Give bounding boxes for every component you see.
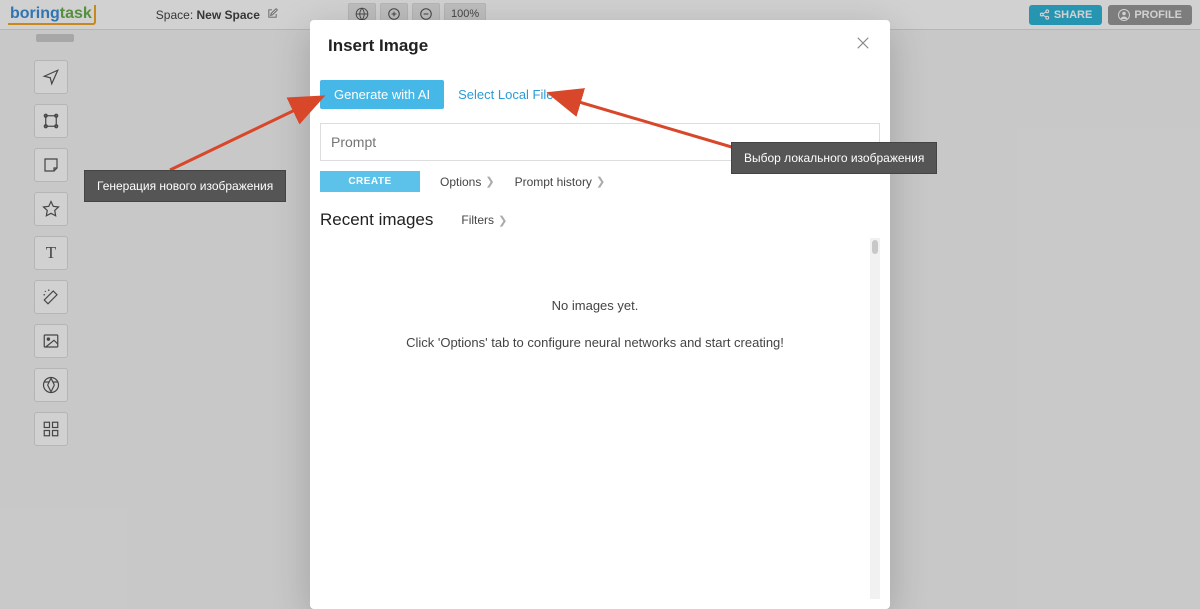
text-tool[interactable]: T	[34, 236, 68, 270]
scrollbar-thumb[interactable]	[872, 240, 878, 254]
app-logo[interactable]: boringtask	[8, 5, 96, 25]
options-link[interactable]: Options ❯	[440, 175, 495, 189]
star-icon	[42, 200, 60, 218]
image-icon	[42, 332, 60, 350]
chevron-right-icon: ❯	[498, 214, 507, 227]
aperture-icon	[42, 376, 60, 394]
sticky-note-icon	[42, 156, 60, 174]
edit-space-icon[interactable]	[267, 8, 278, 22]
magic-tool[interactable]	[34, 280, 68, 314]
annotation-select-local: Выбор локального изображения	[731, 142, 937, 174]
recent-images-heading: Recent images	[320, 210, 433, 230]
empty-state-line1: No images yet.	[320, 298, 870, 313]
space-indicator: Space: New Space	[156, 8, 278, 22]
generate-ai-tab[interactable]: Generate with AI	[320, 80, 444, 109]
frame-icon	[42, 112, 60, 130]
image-tool[interactable]	[34, 324, 68, 358]
select-local-tab[interactable]: Select Local File	[444, 80, 567, 109]
prompt-history-link[interactable]: Prompt history ❯	[515, 175, 606, 189]
text-icon: T	[46, 243, 56, 263]
star-tool[interactable]	[34, 192, 68, 226]
chevron-right-icon: ❯	[485, 175, 494, 188]
insert-image-modal: Insert Image Generate with AI Select Loc…	[310, 20, 890, 609]
share-icon	[1039, 9, 1050, 20]
modal-title: Insert Image	[328, 36, 428, 56]
aperture-tool[interactable]	[34, 368, 68, 402]
note-tool[interactable]	[34, 148, 68, 182]
inspector-placeholder	[36, 34, 74, 42]
share-button[interactable]: SHARE	[1029, 5, 1103, 25]
cursor-icon	[42, 68, 60, 86]
user-icon	[1118, 9, 1130, 21]
wand-icon	[42, 288, 60, 306]
modal-header: Insert Image	[310, 20, 890, 72]
modal-tabs: Generate with AI Select Local File	[320, 80, 880, 109]
filters-link[interactable]: Filters ❯	[461, 213, 507, 227]
cursor-tool[interactable]	[34, 60, 68, 94]
frame-tool[interactable]	[34, 104, 68, 138]
grid-tool[interactable]	[34, 412, 68, 446]
close-icon[interactable]	[854, 34, 872, 58]
empty-state-line2: Click 'Options' tab to configure neural …	[320, 335, 870, 350]
chevron-right-icon: ❯	[596, 175, 605, 188]
profile-button[interactable]: PROFILE	[1108, 5, 1192, 25]
recent-images-area: No images yet. Click 'Options' tab to co…	[320, 238, 880, 599]
minus-circle-icon	[419, 7, 433, 21]
plus-circle-icon	[387, 7, 401, 21]
globe-icon	[355, 7, 369, 21]
annotation-generate: Генерация нового изображения	[84, 170, 286, 202]
create-button[interactable]: CREATE	[320, 171, 420, 192]
left-toolbar: T	[34, 60, 68, 446]
grid-icon	[42, 420, 60, 438]
